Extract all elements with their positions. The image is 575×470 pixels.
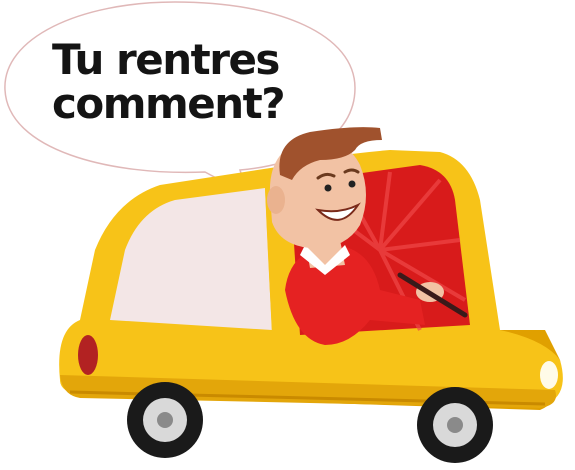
speech-line-1: Tu rentres: [52, 35, 280, 84]
speech-line-2: comment?: [52, 79, 286, 128]
speech-bubble-text: Tu rentres comment?: [52, 38, 312, 126]
scene: Tu rentres comment?: [0, 0, 575, 470]
front-wheel: [417, 387, 493, 463]
rear-wheel: [127, 382, 203, 458]
